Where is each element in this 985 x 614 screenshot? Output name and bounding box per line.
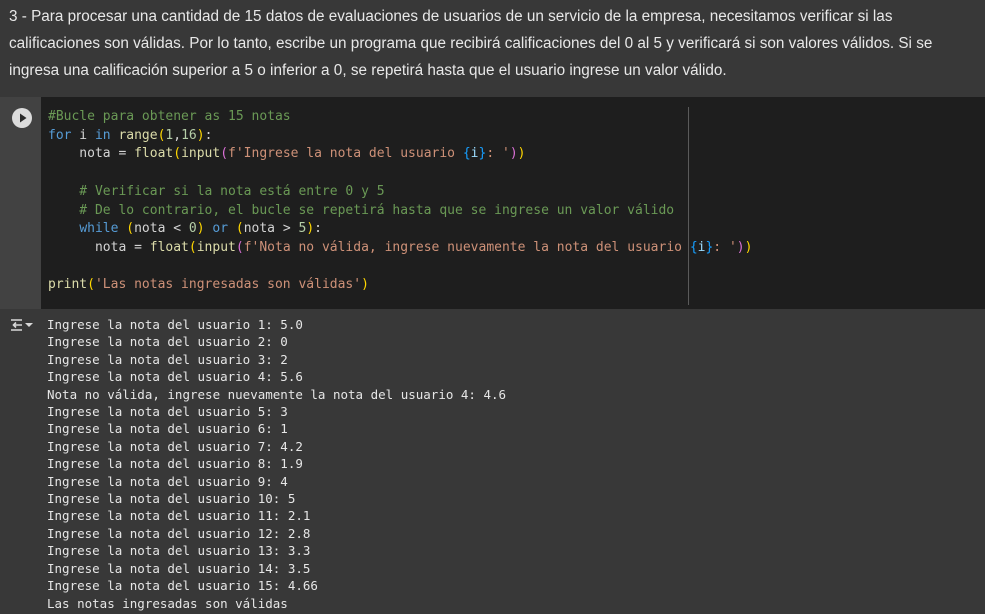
output-line: Ingrese la nota del usuario 10: 5: [47, 491, 296, 507]
code-cell[interactable]: #Bucle para obtener as 15 notas for i in…: [0, 97, 985, 309]
output-line: Ingrese la nota del usuario 5: 3: [47, 404, 288, 420]
output-line: Ingrese la nota del usuario 12: 2.8: [47, 525, 311, 541]
output-line: Las notas ingresadas son válidas: [47, 595, 288, 611]
output-line: Ingrese la nota del usuario 11: 2.1: [47, 508, 311, 524]
output-line: Ingrese la nota del usuario 13: 3.3: [47, 543, 311, 559]
code-line-6: # De lo contrario, el bucle se repetirá …: [48, 202, 675, 218]
output-line: Ingrese la nota del usuario 7: 4.2: [47, 438, 303, 454]
cell-gutter: [0, 97, 41, 309]
output-line: Ingrese la nota del usuario 2: 0: [47, 334, 288, 350]
output-line: Ingrese la nota del usuario 3: 2: [47, 351, 288, 367]
code-content: #Bucle para obtener as 15 notas for i in…: [48, 108, 752, 295]
markdown-text-cell[interactable]: 3 - Para procesar una cantidad de 15 dat…: [0, 0, 985, 97]
code-line-5: # Verificar si la nota está entre 0 y 5: [48, 183, 385, 199]
output-line: Nota no válida, ingrese nuevamente la no…: [47, 386, 507, 402]
output-toggle-icon[interactable]: [10, 317, 36, 338]
output-line: Ingrese la nota del usuario 8: 1.9: [47, 456, 303, 472]
exercise-description: 3 - Para procesar una cantidad de 15 dat…: [9, 8, 933, 79]
code-line-3: nota = float(input(f'Ingrese la nota del…: [48, 146, 526, 162]
code-line-1: #Bucle para obtener as 15 notas: [48, 109, 291, 124]
output-line: Ingrese la nota del usuario 1: 5.0: [47, 317, 303, 332]
code-line-8: nota = float(input(f'Nota no válida, ing…: [48, 239, 753, 255]
code-line-10: print('Las notas ingresadas son válidas'…: [48, 277, 369, 293]
output-line: Ingrese la nota del usuario 6: 1: [47, 421, 288, 437]
cell-output: Ingrese la nota del usuario 1: 5.0 Ingre…: [0, 309, 985, 614]
code-editor[interactable]: #Bucle para obtener as 15 notas for i in…: [41, 97, 985, 309]
output-line: Ingrese la nota del usuario 15: 4.66: [47, 578, 318, 594]
output-text: Ingrese la nota del usuario 1: 5.0 Ingre…: [47, 316, 506, 612]
code-line: #Bucle para obtener as 15 notas: [48, 109, 291, 124]
output-line: Ingrese la nota del usuario 14: 3.5: [47, 560, 311, 576]
output-line: Ingrese la nota del usuario 4: 5.6: [47, 369, 303, 385]
output-line: Ingrese la nota del usuario 9: 4: [47, 473, 288, 489]
code-line-2: for i in range(1,16):: [48, 127, 213, 143]
play-icon[interactable]: [12, 108, 32, 128]
code-line-7: while (nota < 0) or (nota > 5):: [79, 221, 322, 237]
